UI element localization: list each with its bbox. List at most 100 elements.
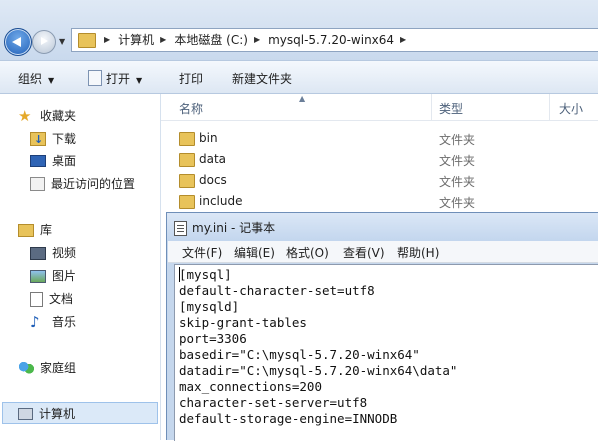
open-label: 打开 — [106, 72, 131, 86]
music-note-icon: ♪ — [30, 313, 40, 331]
menu-file[interactable]: 文件(F) — [182, 244, 222, 261]
notepad-text-area[interactable]: [mysql] default-character-set=utf8 [mysq… — [174, 264, 598, 441]
nav-videos[interactable]: 视频 — [30, 243, 76, 263]
library-icon — [18, 223, 34, 237]
nav-homegroup[interactable]: 家庭组 — [18, 358, 76, 378]
folder-icon — [78, 33, 96, 48]
chevron-right-icon[interactable]: ▶ — [400, 29, 406, 51]
breadcrumb: ▶ 计算机 ▶ 本地磁盘 (C:) ▶ mysql-5.7.20-winx64 … — [98, 29, 414, 51]
breadcrumb-computer[interactable]: 计算机 — [118, 29, 154, 51]
picture-icon — [30, 269, 46, 283]
nav-computer[interactable]: 计算机 — [18, 404, 75, 424]
file-row[interactable]: docs 文件夹 — [161, 170, 598, 191]
column-header: ▲ 名称 类型 大小 — [161, 94, 598, 121]
text-line: datadir="C:\mysql-5.7.20-winx64\data" — [179, 363, 458, 378]
file-type: 文件夹 — [439, 196, 476, 210]
chevron-down-icon: ▼ — [48, 76, 55, 85]
video-icon — [30, 246, 46, 260]
file-row[interactable]: include 文件夹 — [161, 191, 598, 212]
document-icon — [88, 70, 102, 86]
text-line: [mysqld] — [179, 299, 240, 314]
nav-label: 库 — [40, 223, 53, 237]
nav-pictures[interactable]: 图片 — [30, 266, 76, 286]
recent-pages-dropdown-icon[interactable]: ▼ — [59, 37, 65, 46]
notepad-icon — [174, 221, 187, 236]
print-button[interactable]: 打印 — [179, 70, 203, 87]
text-line: basedir="C:\mysql-5.7.20-winx64" — [179, 347, 420, 362]
nav-label: 图片 — [52, 269, 77, 283]
nav-label: 计算机 — [39, 407, 76, 421]
forward-button[interactable] — [32, 30, 56, 54]
nav-label: 收藏夹 — [40, 109, 77, 123]
nav-music[interactable]: ♪ 音乐 — [30, 312, 76, 332]
organize-label: 组织 — [18, 72, 43, 86]
nav-recent-places[interactable]: 最近访问的位置 — [30, 174, 135, 194]
menu-edit[interactable]: 编辑(E) — [234, 244, 275, 261]
notepad-window: my.ini - 记事本 文件(F) 编辑(E) 格式(O) 查看(V) 帮助(… — [166, 212, 598, 441]
breadcrumb-local-disk[interactable]: 本地磁盘 (C:) — [174, 29, 248, 51]
breadcrumb-mysql-folder[interactable]: mysql-5.7.20-winx64 — [268, 29, 394, 51]
nav-documents[interactable]: 文档 — [30, 289, 73, 309]
folder-icon — [179, 195, 195, 209]
text-line: port=3306 — [179, 331, 247, 346]
column-name[interactable]: 名称 — [179, 100, 203, 117]
print-label: 打印 — [179, 72, 204, 86]
file-type: 文件夹 — [439, 154, 476, 168]
notepad-title-bar[interactable]: my.ini - 记事本 — [167, 213, 598, 241]
text-line: skip-grant-tables — [179, 315, 307, 330]
star-icon: ★ — [18, 107, 32, 125]
file-row[interactable]: data 文件夹 — [161, 149, 598, 170]
nav-label: 下载 — [52, 132, 77, 146]
download-folder-icon — [30, 130, 46, 150]
text-line: [mysql] — [179, 267, 232, 282]
folder-icon — [179, 174, 195, 188]
menu-view[interactable]: 查看(V) — [343, 244, 385, 261]
file-name: include — [199, 194, 243, 208]
file-row[interactable]: bin 文件夹 — [161, 128, 598, 149]
nav-label: 最近访问的位置 — [51, 177, 136, 191]
desktop-icon — [30, 155, 46, 167]
column-divider[interactable] — [549, 94, 550, 120]
recent-places-icon — [30, 177, 45, 191]
file-type: 文件夹 — [439, 133, 476, 147]
nav-desktop[interactable]: 桌面 — [30, 151, 76, 171]
text-line: character-set-server=utf8 — [179, 395, 368, 410]
chevron-right-icon[interactable]: ▶ — [160, 29, 166, 51]
notepad-title: my.ini - 记事本 — [192, 221, 276, 235]
chevron-right-icon[interactable]: ▶ — [104, 29, 110, 51]
text-line: default-storage-engine=INNODB — [179, 411, 398, 426]
file-type: 文件夹 — [439, 175, 476, 189]
chevron-right-icon[interactable]: ▶ — [254, 29, 260, 51]
file-name: data — [199, 152, 227, 166]
organize-button[interactable]: 组织 ▼ — [18, 70, 54, 87]
computer-icon — [18, 408, 33, 420]
command-bar: 组织 ▼ 打开 ▼ 打印 新建文件夹 — [0, 60, 598, 94]
text-line: max_connections=200 — [179, 379, 322, 394]
new-folder-label: 新建文件夹 — [232, 72, 293, 86]
nav-label: 文档 — [49, 292, 74, 306]
new-folder-button[interactable]: 新建文件夹 — [232, 70, 292, 87]
document-icon — [30, 291, 43, 307]
nav-downloads[interactable]: 下载 — [30, 129, 77, 150]
nav-label: 视频 — [52, 246, 77, 260]
nav-libraries[interactable]: 库 — [18, 220, 52, 240]
column-type[interactable]: 类型 — [439, 100, 463, 117]
address-box[interactable]: ▶ 计算机 ▶ 本地磁盘 (C:) ▶ mysql-5.7.20-winx64 … — [71, 28, 598, 52]
column-divider[interactable] — [431, 94, 432, 120]
nav-label: 桌面 — [52, 154, 77, 168]
folder-icon — [179, 153, 195, 167]
file-name: docs — [199, 173, 227, 187]
open-button[interactable]: 打开 ▼ — [88, 70, 142, 87]
nav-label: 家庭组 — [40, 361, 77, 375]
nav-favorites[interactable]: ★ 收藏夹 — [18, 106, 76, 126]
sort-ascending-icon: ▲ — [299, 94, 306, 103]
address-bar-area: ▼ ▶ 计算机 ▶ 本地磁盘 (C:) ▶ mysql-5.7.20-winx6… — [0, 0, 598, 60]
file-name: bin — [199, 131, 218, 145]
column-size[interactable]: 大小 — [559, 100, 583, 117]
folder-icon — [179, 132, 195, 146]
menu-format[interactable]: 格式(O) — [286, 244, 329, 261]
menu-help[interactable]: 帮助(H) — [397, 244, 439, 261]
back-button[interactable] — [4, 28, 32, 56]
notepad-menu-bar: 文件(F) 编辑(E) 格式(O) 查看(V) 帮助(H) — [168, 241, 598, 263]
text-line: default-character-set=utf8 — [179, 283, 375, 298]
